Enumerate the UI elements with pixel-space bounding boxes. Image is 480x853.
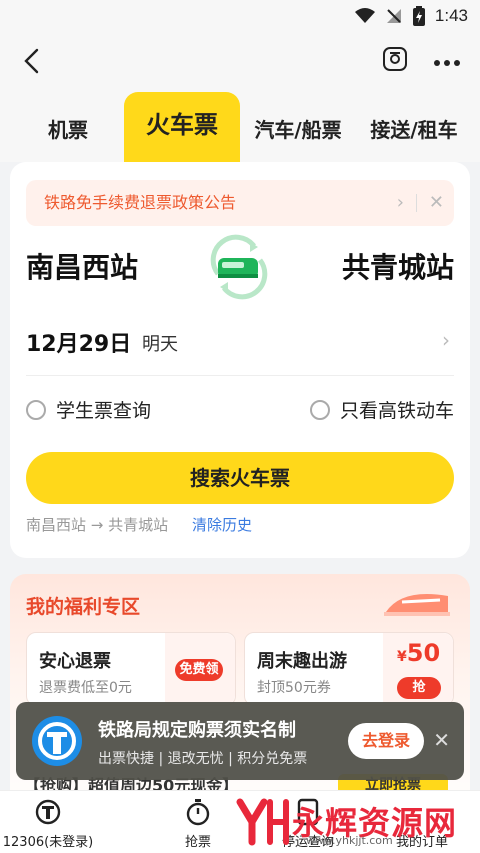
notice-text: 铁路免手续费退票政策公告: [44, 193, 237, 212]
close-icon[interactable]: ✕: [429, 180, 444, 226]
nav-12306[interactable]: 12306(未登录): [0, 797, 96, 850]
watermark-url: www.yhkjjt.com: [306, 834, 393, 847]
service-icon: [383, 47, 407, 71]
welfare-card-side: ¥50 抢: [383, 633, 453, 705]
divider: [415, 194, 417, 212]
tab-bus-ship[interactable]: 汽车/船票: [246, 100, 350, 160]
customer-service-button[interactable]: [382, 46, 408, 76]
swap-stations-button[interactable]: [206, 234, 272, 300]
login-button[interactable]: 去登录: [348, 723, 424, 759]
close-icon[interactable]: ✕: [433, 728, 450, 752]
clear-history-link[interactable]: 清除历史: [192, 514, 252, 535]
welfare-card-title: 周末趣出游: [257, 651, 347, 672]
search-history-item[interactable]: 南昌西站 → 共青城站: [26, 514, 168, 535]
watermark-logo-icon: [236, 798, 289, 846]
tab-train[interactable]: 火车票: [124, 92, 240, 162]
watermark: 永辉资源网 www.yhkjjt.com: [236, 796, 466, 848]
status-bar: 1:43: [0, 0, 480, 34]
student-ticket-option[interactable]: 学生票查询: [26, 396, 151, 423]
welfare-card-subtitle: 封顶50元券: [257, 680, 331, 696]
toast-subtitle: 出票快捷 | 退改无忧 | 积分兑免票: [98, 751, 308, 767]
coupon-price: ¥50: [397, 639, 441, 667]
train-search-card: 铁路免手续费退票政策公告 › ✕ 南昌西站 共青城站 12月29日 明天 › 学…: [10, 162, 470, 558]
transport-tabs: 机票 火车票 汽车/船票 接送/租车: [0, 90, 480, 162]
more-dots-icon: [434, 59, 460, 66]
chevron-right-icon: ›: [442, 328, 450, 352]
highspeed-only-label: 只看高铁动车: [339, 400, 454, 422]
login-prompt-toast: 铁路局规定购票须实名制 出票快捷 | 退改无忧 | 积分兑免票 去登录 ✕: [16, 702, 464, 780]
railway-logo-icon: [33, 797, 63, 827]
back-arrow-icon: [24, 48, 39, 74]
chevron-right-icon: ›: [396, 192, 404, 213]
search-train-button[interactable]: 搜索火车票: [26, 452, 454, 504]
date-selector[interactable]: 12月29日 明天 ›: [26, 320, 454, 376]
departure-station[interactable]: 南昌西站: [26, 246, 138, 286]
clock-time: 1:43: [434, 6, 468, 25]
tab-transfer-rental[interactable]: 接送/租车: [360, 100, 468, 160]
app-bar: [0, 34, 480, 90]
nav-label: 抢票: [184, 835, 211, 850]
toast-title: 铁路局规定购票须实名制: [98, 720, 296, 741]
welfare-card-title: 安心退票: [39, 651, 111, 672]
tab-flight[interactable]: 机票: [22, 100, 114, 160]
student-ticket-label: 学生票查询: [56, 400, 152, 422]
welfare-card-subtitle: 退票费低至0元: [39, 680, 132, 696]
welfare-card-refund[interactable]: 安心退票 退票费低至0元 免费领: [26, 632, 236, 706]
stopwatch-icon: [183, 797, 213, 827]
train-illustration-icon: [382, 582, 452, 622]
more-button[interactable]: [434, 52, 460, 71]
grab-badge[interactable]: 抢: [397, 677, 441, 699]
railway-logo-icon: [32, 716, 82, 766]
free-claim-badge[interactable]: 免费领: [175, 659, 223, 681]
radio-icon: [309, 399, 330, 420]
departure-date: 12月29日: [26, 332, 132, 357]
welfare-title: 我的福利专区: [26, 596, 141, 618]
back-button[interactable]: [18, 46, 48, 76]
train-swap-icon: [210, 234, 268, 300]
battery-icon: [412, 6, 425, 26]
welfare-card-weekend[interactable]: 周末趣出游 封顶50元券 ¥50 抢: [244, 632, 454, 706]
nav-label: 12306(未登录): [2, 835, 94, 850]
arrival-station[interactable]: 共青城站: [342, 246, 454, 286]
welfare-card-side: 免费领: [165, 633, 235, 705]
nav-grab-ticket[interactable]: 抢票: [150, 797, 246, 850]
highspeed-only-option[interactable]: 只看高铁动车: [309, 396, 454, 423]
no-signal-icon: [385, 7, 403, 25]
wifi-icon: [354, 8, 375, 24]
date-relative-label: 明天: [142, 334, 178, 355]
policy-notice[interactable]: 铁路免手续费退票政策公告 › ✕: [26, 180, 454, 226]
radio-icon: [26, 399, 46, 420]
